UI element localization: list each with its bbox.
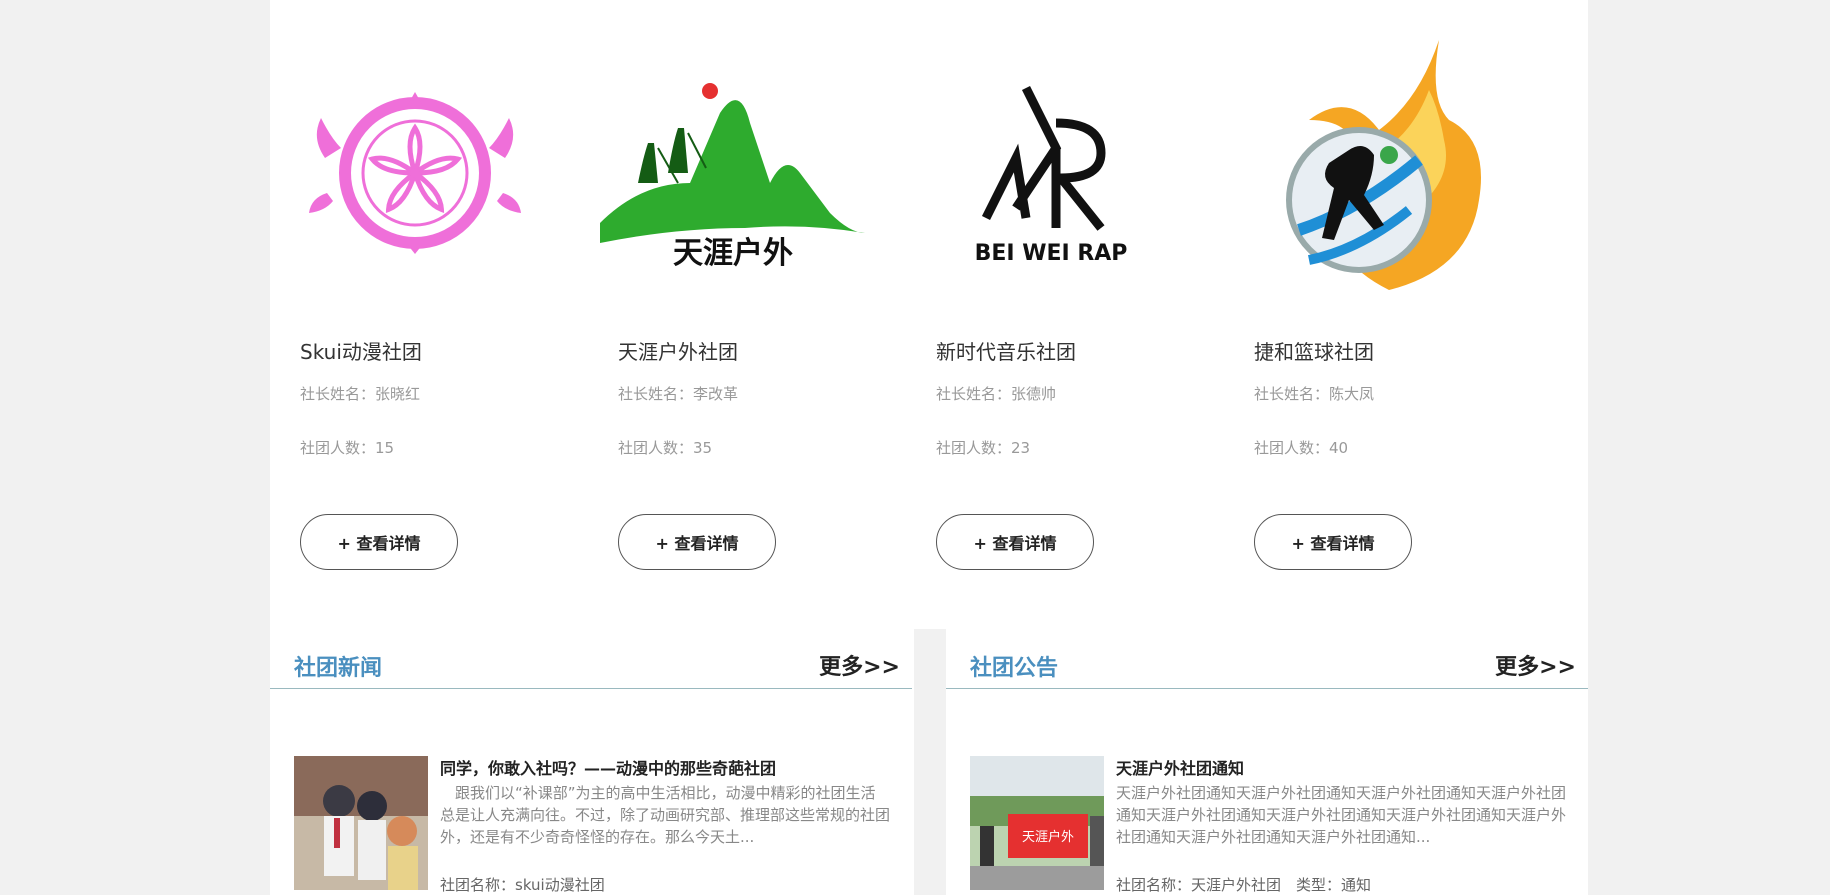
view-details-button[interactable]: + 查看详情	[936, 514, 1094, 570]
panel-divider	[914, 629, 946, 895]
sakura-crest-logo	[270, 30, 560, 315]
notice-title: 社团公告	[970, 656, 1059, 681]
news-header: 社团新闻 更多>>	[270, 629, 912, 689]
news-item-club: 社团名称：skui动漫社团	[440, 876, 605, 894]
club-member-count: 社团人数：15	[300, 439, 395, 457]
news-item-title[interactable]: 同学，你敢入社吗？——动漫中的那些奇葩社团	[440, 755, 776, 779]
club-leader: 社长姓名：张德帅	[936, 385, 1057, 403]
club-leader: 社长姓名：李改革	[618, 385, 739, 403]
news-panel: 社团新闻 更多>> 同学，你敢入社吗？——动漫中的那些奇葩社团 跟我们以“补课部…	[270, 629, 912, 895]
view-details-button[interactable]: + 查看详情	[1254, 514, 1412, 570]
club-name: 新时代音乐社团	[936, 340, 1076, 364]
bei-wei-rap-logo: BEI WEI RAP	[906, 30, 1196, 315]
notice-item-title[interactable]: 天涯户外社团通知	[1116, 755, 1244, 779]
news-thumbnail[interactable]	[294, 756, 428, 890]
club-name: Skui动漫社团	[300, 340, 422, 364]
notice-panel: 社团公告 更多>> 天涯户外 天涯户外社团通知 天涯户外社团通知天涯户外社团通知…	[946, 629, 1588, 895]
banner-text: 天涯户外	[1022, 829, 1074, 845]
mountain-hikers-logo: 天涯户外	[588, 30, 878, 315]
club-leader: 社长姓名：陈大凤	[1254, 385, 1375, 403]
club-name: 捷和篮球社团	[1254, 340, 1374, 364]
view-details-button[interactable]: + 查看详情	[618, 514, 776, 570]
page-content: Skui动漫社团 社长姓名：张晓红 社团人数：15 + 查看详情 天涯户外 天涯…	[270, 0, 1588, 895]
club-member-count: 社团人数：40	[1254, 439, 1349, 457]
club-leader: 社长姓名：张晓红	[300, 385, 421, 403]
notice-item-excerpt: 天涯户外社团通知天涯户外社团通知天涯户外社团通知天涯户外社团通知天涯户外社团通知…	[1116, 784, 1567, 846]
notice-more-link[interactable]: 更多>>	[1495, 649, 1576, 681]
notice-header: 社团公告 更多>>	[946, 629, 1588, 689]
club-name: 天涯户外社团	[618, 340, 738, 364]
notice-thumbnail[interactable]: 天涯户外	[970, 756, 1104, 890]
logo-text: BEI WEI RAP	[975, 241, 1128, 266]
club-member-count: 社团人数：23	[936, 439, 1031, 457]
flaming-basketball-logo	[1224, 30, 1514, 315]
club-member-count: 社团人数：35	[618, 439, 713, 457]
news-item-excerpt: 跟我们以“补课部”为主的高中生活相比，动漫中精彩的社团生活总是让人充满向往。不过…	[440, 784, 891, 846]
view-details-button[interactable]: + 查看详情	[300, 514, 458, 570]
news-more-link[interactable]: 更多>>	[819, 649, 900, 681]
news-title: 社团新闻	[294, 656, 383, 681]
logo-text: 天涯户外	[673, 236, 793, 271]
notice-item-meta: 社团名称：天涯户外社团 类型：通知	[1116, 876, 1372, 894]
